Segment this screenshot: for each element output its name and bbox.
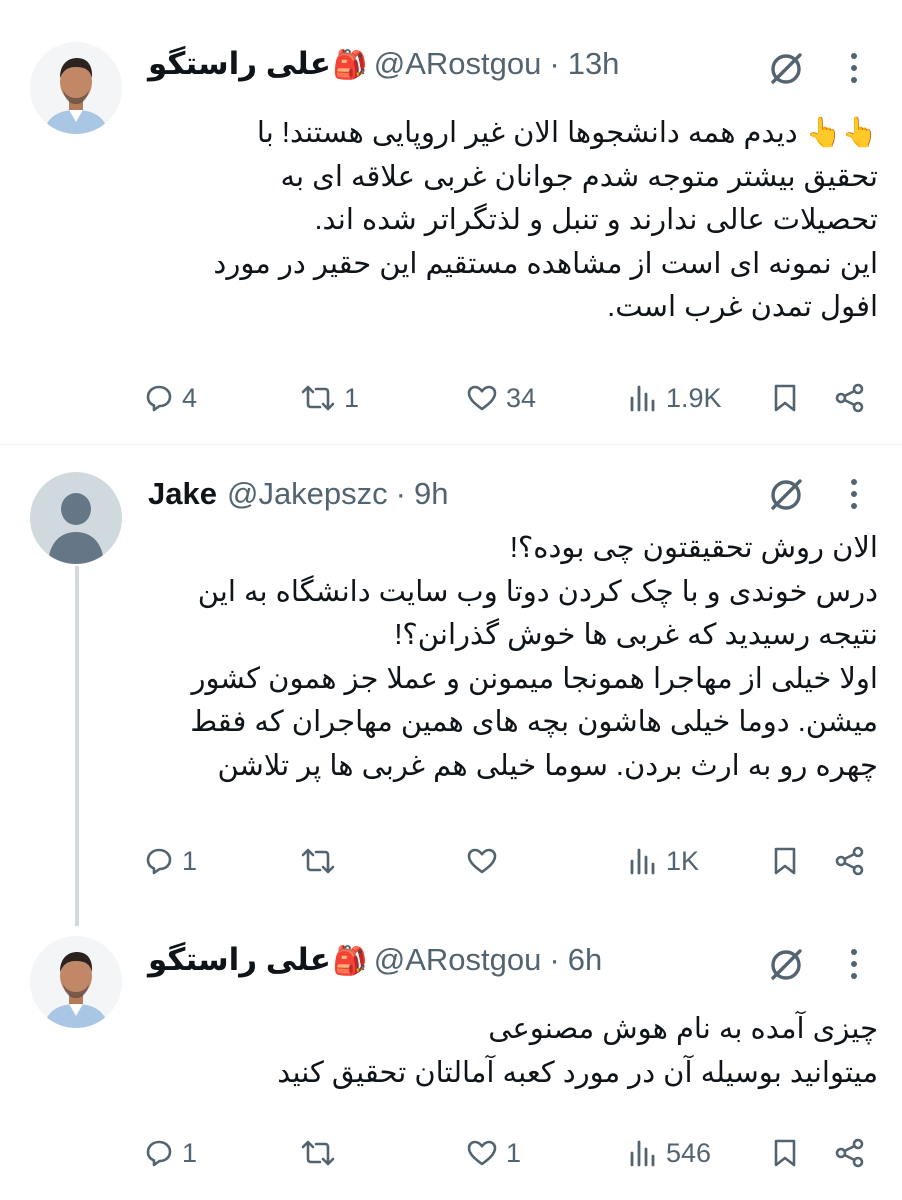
views-chart-icon bbox=[630, 848, 655, 875]
share-icon bbox=[835, 846, 864, 876]
tweet-text: چیزی آمده به نام هوش مصنوعی میتوانید بوس… bbox=[148, 1008, 878, 1095]
avatar[interactable] bbox=[30, 42, 122, 134]
author-name[interactable]: علی راستگو bbox=[148, 46, 331, 82]
like-button[interactable]: 1 bbox=[466, 1128, 521, 1178]
tweet-header: علی راستگو 🎒 @ARostgou · 6h bbox=[148, 938, 752, 982]
views-button[interactable]: 1K bbox=[628, 836, 699, 886]
tweet-header: Jake @Jakepszc · 9h bbox=[148, 472, 752, 516]
man-portrait-avatar bbox=[30, 42, 122, 134]
action-bar: 4 1 34 1.9K bbox=[140, 373, 880, 423]
tweet-line: میتوانید بوسیله آن در مورد کعبه آمالتان … bbox=[277, 1056, 878, 1089]
share-button[interactable] bbox=[834, 1128, 866, 1178]
tweet-line: تحقیق بیشتر متوجه شدم جوانان غربی علاقه … bbox=[280, 160, 879, 193]
tweet-text: الان روش تحقیقتون چی بوده؟! درس خوندی و … bbox=[148, 527, 878, 788]
bookmark-icon bbox=[774, 1139, 796, 1167]
views-count: 1K bbox=[666, 845, 700, 876]
like-button[interactable]: 34 bbox=[466, 373, 536, 423]
tweet-time[interactable]: 13h bbox=[568, 46, 620, 82]
reply-count: 4 bbox=[182, 382, 198, 413]
repost-button[interactable] bbox=[300, 1128, 344, 1178]
views-button[interactable]: 546 bbox=[628, 1128, 711, 1178]
author-name[interactable]: علی راستگو bbox=[148, 942, 331, 978]
tweet-divider bbox=[0, 444, 902, 445]
heart-icon bbox=[467, 848, 497, 874]
bookmark-button[interactable] bbox=[772, 373, 798, 423]
heart-icon bbox=[467, 385, 497, 411]
repost-count: 1 bbox=[344, 382, 360, 413]
reply-count: 1 bbox=[182, 845, 198, 876]
like-count: 34 bbox=[506, 382, 537, 413]
heart-icon bbox=[467, 1140, 497, 1166]
grok-icon[interactable] bbox=[766, 944, 806, 984]
like-button[interactable] bbox=[466, 836, 506, 886]
more-vertical-icon[interactable] bbox=[840, 474, 868, 514]
views-chart-icon bbox=[630, 1140, 655, 1167]
tweet-line: اولا خیلی از مهاجرا همونجا میمونن و عملا… bbox=[191, 662, 878, 695]
reply-button[interactable]: 4 bbox=[144, 373, 197, 423]
bookmark-icon bbox=[774, 384, 796, 412]
tweet-line: 👆👆 دیدم همه دانشجوها الان غیر اروپایی هس… bbox=[256, 117, 878, 149]
reply-count: 1 bbox=[182, 1137, 198, 1168]
tweet-time[interactable]: 6h bbox=[568, 942, 602, 978]
separator-dot: · bbox=[549, 942, 560, 977]
repost-icon bbox=[301, 1140, 335, 1166]
backpack-badge-icon: 🎒 bbox=[332, 48, 368, 80]
repost-button[interactable]: 1 bbox=[300, 373, 359, 423]
tweet-line: افول تمدن غرب است. bbox=[607, 291, 878, 323]
tweet-line: این نمونه ای است از مشاهده مستقیم این حق… bbox=[213, 247, 878, 280]
tweet-line: تحصیلات عالی ندارند و تنبل و لذتگراتر شد… bbox=[314, 204, 879, 236]
more-vertical-icon[interactable] bbox=[840, 944, 868, 984]
tweet-line: الان روش تحقیقتون چی بوده؟! bbox=[509, 532, 878, 564]
repost-button[interactable] bbox=[300, 836, 344, 886]
author-handle[interactable]: @ARostgou bbox=[374, 46, 542, 82]
reply-button[interactable]: 1 bbox=[144, 1128, 197, 1178]
man-portrait-avatar bbox=[30, 936, 122, 1028]
bookmark-button[interactable] bbox=[772, 1128, 798, 1178]
reply-icon bbox=[146, 848, 172, 875]
share-icon bbox=[835, 1138, 864, 1168]
separator-dot: · bbox=[395, 476, 406, 511]
separator-dot: · bbox=[549, 46, 560, 81]
views-button[interactable]: 1.9K bbox=[628, 373, 722, 423]
thread-connector-line bbox=[75, 566, 79, 926]
repost-icon bbox=[301, 848, 335, 874]
avatar[interactable] bbox=[30, 936, 122, 1028]
reply-icon bbox=[146, 385, 172, 412]
grok-icon[interactable] bbox=[766, 48, 806, 88]
tweet-line: درس خوندی و با چک کردن دوتا وب سایت دانش… bbox=[197, 575, 878, 608]
action-bar: 1 1 546 bbox=[140, 1128, 880, 1178]
share-button[interactable] bbox=[834, 373, 866, 423]
grok-icon[interactable] bbox=[766, 474, 806, 514]
tweet-line: میشن. دوما خیلی هاشون بچه های همین مهاجر… bbox=[190, 706, 878, 738]
author-handle[interactable]: @ARostgou bbox=[374, 942, 542, 978]
views-chart-icon bbox=[630, 385, 655, 412]
tweet-time[interactable]: 9h bbox=[414, 476, 448, 512]
tweet-line: چهره رو به ارث بردن. سوما خیلی هم غربی ه… bbox=[217, 749, 878, 782]
tweet-line: چیزی آمده به نام هوش مصنوعی bbox=[488, 1013, 878, 1045]
views-count: 1.9K bbox=[666, 382, 722, 413]
default-profile-avatar bbox=[30, 472, 122, 564]
author-handle[interactable]: @Jakepszc bbox=[227, 476, 388, 512]
tweet-header: علی راستگو 🎒 @ARostgou · 13h bbox=[148, 42, 752, 86]
more-vertical-icon[interactable] bbox=[840, 48, 868, 88]
repost-icon bbox=[301, 385, 335, 411]
tweet-text: 👆👆 دیدم همه دانشجوها الان غیر اروپایی هس… bbox=[148, 112, 878, 330]
share-icon bbox=[835, 383, 864, 413]
like-count: 1 bbox=[506, 1137, 522, 1168]
bookmark-icon bbox=[774, 847, 796, 875]
views-count: 546 bbox=[666, 1137, 712, 1168]
share-button[interactable] bbox=[834, 836, 866, 886]
backpack-badge-icon: 🎒 bbox=[332, 944, 368, 976]
reply-button[interactable]: 1 bbox=[144, 836, 197, 886]
action-bar: 1 1K bbox=[140, 836, 880, 886]
avatar[interactable] bbox=[30, 472, 122, 564]
reply-icon bbox=[146, 1140, 172, 1167]
bookmark-button[interactable] bbox=[772, 836, 798, 886]
author-name[interactable]: Jake bbox=[148, 476, 217, 512]
tweet-line: نتیجه رسیدید که غربی ها خوش گذرانن؟! bbox=[394, 619, 878, 651]
